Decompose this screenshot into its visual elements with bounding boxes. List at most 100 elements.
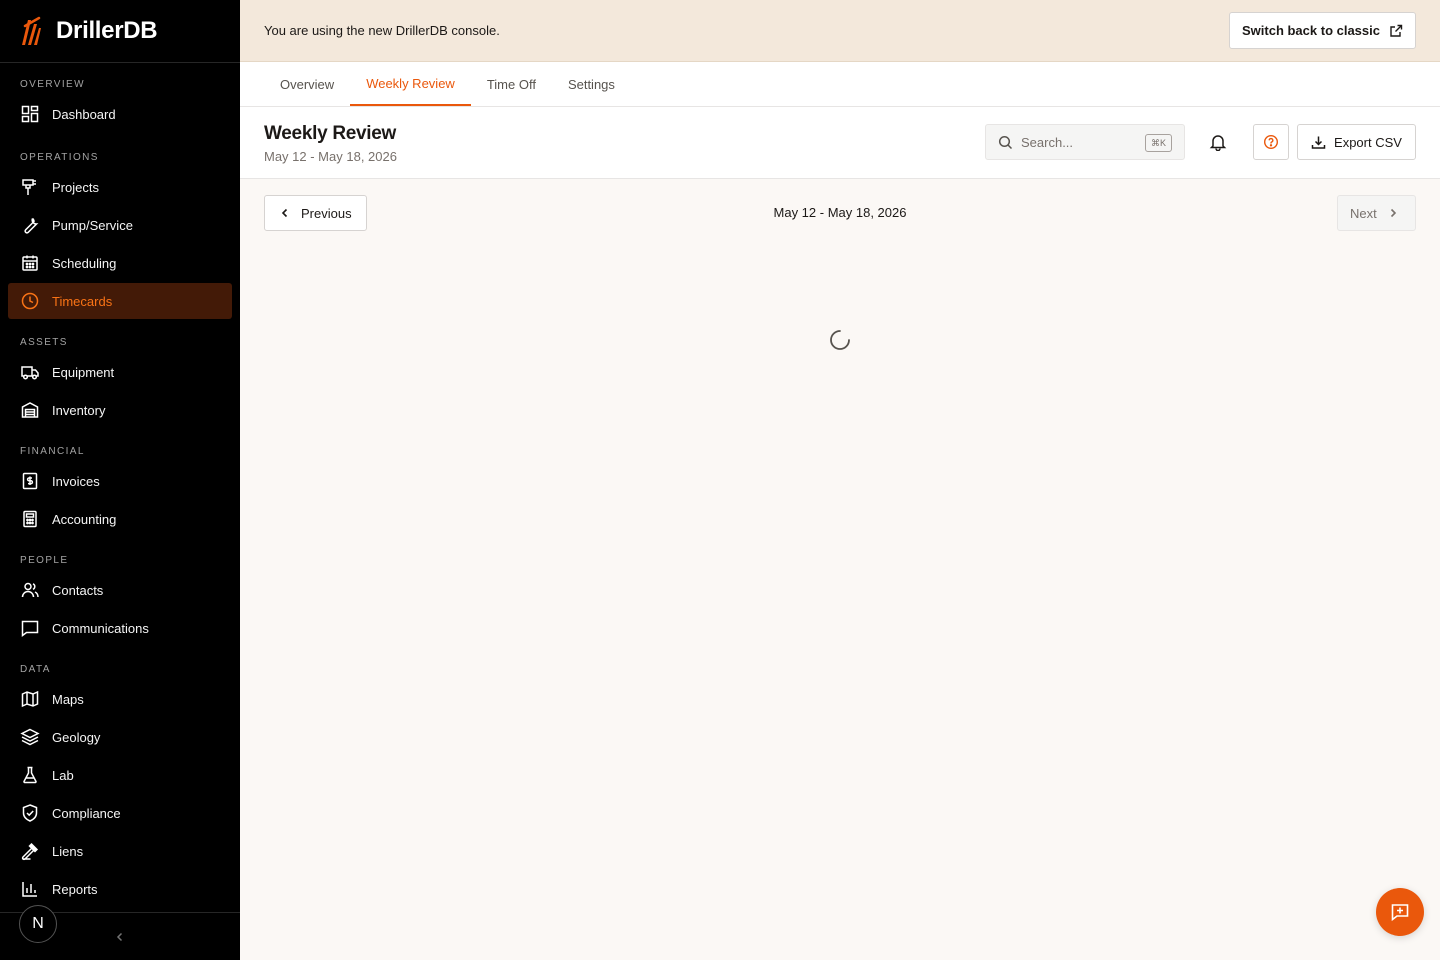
sidebar-item-label: Maps bbox=[52, 691, 84, 707]
sidebar-item-communications[interactable]: Communications bbox=[8, 610, 232, 646]
notifications-button[interactable] bbox=[1200, 124, 1236, 160]
calendar-icon bbox=[22, 255, 38, 271]
layers-icon bbox=[20, 728, 40, 746]
search-shortcut: ⌘K bbox=[1144, 134, 1172, 152]
bar-chart-icon bbox=[22, 882, 37, 897]
sidebar-item-timecards[interactable]: Timecards bbox=[8, 283, 232, 319]
section-label-operations: OPERATIONS bbox=[20, 152, 99, 163]
tab-weekly-review[interactable]: Weekly Review bbox=[350, 62, 471, 106]
sidebar-item-contacts[interactable]: Contacts bbox=[8, 572, 232, 608]
map-icon bbox=[21, 690, 39, 708]
sidebar-item-scheduling[interactable]: Scheduling bbox=[8, 245, 232, 281]
banner-message: You are using the new DrillerDB console. bbox=[264, 23, 500, 38]
switch-to-classic-label: Switch back to classic bbox=[1241, 23, 1380, 38]
sidebar-item-liens[interactable]: Liens bbox=[8, 833, 232, 869]
section-label-people: PEOPLE bbox=[20, 555, 69, 566]
sidebar-item-compliance[interactable]: Compliance bbox=[8, 795, 232, 831]
previous-week-button[interactable]: Previous bbox=[264, 195, 367, 231]
section-label-assets: ASSETS bbox=[20, 337, 68, 348]
sidebar-item-dashboard[interactable]: Dashboard bbox=[8, 96, 232, 132]
tab-overview[interactable]: Overview bbox=[264, 62, 350, 106]
collapse-sidebar-button[interactable] bbox=[110, 927, 130, 947]
sidebar: DrillerDB OVERVIEW Dashboard OPERATIONS … bbox=[0, 0, 240, 960]
sidebar-item-invoices[interactable]: Invoices bbox=[8, 463, 232, 499]
section-label-overview: OVERVIEW bbox=[20, 79, 85, 90]
section-label-data: DATA bbox=[20, 664, 51, 675]
sidebar-nav: OVERVIEW Dashboard OPERATIONS Projects P… bbox=[0, 64, 240, 912]
page-header: Weekly Review May 12 - May 18, 2026 ⌘K E… bbox=[240, 107, 1440, 179]
main-area: You are using the new DrillerDB console.… bbox=[240, 0, 1440, 960]
sidebar-item-equipment[interactable]: Equipment bbox=[8, 354, 232, 390]
help-button[interactable] bbox=[1253, 124, 1289, 160]
drill-icon bbox=[22, 179, 36, 195]
brand-logo-icon bbox=[22, 16, 41, 45]
tab-bar: Overview Weekly Review Time Off Settings bbox=[240, 62, 1440, 107]
chevron-left-icon bbox=[116, 932, 123, 942]
sidebar-item-label: Compliance bbox=[52, 805, 121, 821]
users-icon bbox=[21, 582, 39, 598]
page-subtitle: May 12 - May 18, 2026 bbox=[264, 149, 397, 164]
download-icon bbox=[1311, 136, 1326, 149]
sidebar-item-inventory[interactable]: Inventory bbox=[8, 392, 232, 428]
console-banner: You are using the new DrillerDB console.… bbox=[240, 0, 1440, 62]
calculator-icon bbox=[23, 510, 37, 528]
brand[interactable]: DrillerDB bbox=[0, 0, 240, 63]
avatar[interactable]: N bbox=[19, 905, 57, 943]
sidebar-item-projects[interactable]: Projects bbox=[8, 169, 232, 205]
sidebar-item-label: Inventory bbox=[52, 402, 106, 418]
export-csv-button[interactable]: Export CSV bbox=[1297, 124, 1416, 160]
section-label-financial: FINANCIAL bbox=[20, 446, 85, 457]
sidebar-item-maps[interactable]: Maps bbox=[8, 681, 232, 717]
week-range-label: May 12 - May 18, 2026 bbox=[773, 205, 907, 220]
chat-support-button[interactable] bbox=[1376, 888, 1424, 936]
sidebar-item-pump-service[interactable]: Pump/Service bbox=[8, 207, 232, 243]
export-csv-label: Export CSV bbox=[1334, 134, 1402, 150]
search-box[interactable]: ⌘K bbox=[985, 124, 1185, 160]
warehouse-icon bbox=[21, 402, 39, 418]
help-icon bbox=[1263, 134, 1279, 150]
sidebar-item-label: Timecards bbox=[52, 293, 113, 309]
truck-icon bbox=[21, 366, 39, 380]
sidebar-item-label: Accounting bbox=[52, 511, 117, 527]
sidebar-item-label: Contacts bbox=[52, 582, 104, 598]
message-icon bbox=[21, 620, 39, 637]
next-week-label: Next bbox=[1350, 205, 1377, 221]
tab-time-off[interactable]: Time Off bbox=[471, 62, 552, 106]
sidebar-item-label: Reports bbox=[52, 881, 98, 897]
shield-icon bbox=[22, 804, 38, 822]
search-icon bbox=[998, 135, 1013, 149]
sidebar-item-reports[interactable]: Reports bbox=[8, 871, 232, 907]
sidebar-item-label: Liens bbox=[52, 843, 84, 859]
sidebar-item-label: Invoices bbox=[52, 473, 100, 489]
brand-name: DrillerDB bbox=[56, 17, 158, 44]
wrench-icon bbox=[24, 217, 39, 234]
next-week-button[interactable]: Next bbox=[1337, 195, 1416, 231]
sidebar-item-label: Dashboard bbox=[52, 106, 116, 122]
gavel-icon bbox=[21, 842, 39, 861]
flask-icon bbox=[23, 766, 37, 784]
switch-to-classic-button[interactable]: Switch back to classic bbox=[1228, 12, 1416, 49]
invoice-icon bbox=[22, 472, 38, 490]
weekly-review-content: Previous May 12 - May 18, 2026 Next bbox=[240, 179, 1440, 960]
sidebar-item-label: Communications bbox=[52, 620, 149, 636]
sidebar-item-geology[interactable]: Geology bbox=[8, 719, 232, 755]
tab-settings[interactable]: Settings bbox=[552, 62, 631, 106]
bell-icon bbox=[1209, 135, 1227, 151]
sidebar-item-label: Scheduling bbox=[52, 255, 117, 271]
loading-spinner-icon bbox=[830, 330, 850, 350]
page-title: Weekly Review bbox=[264, 123, 396, 144]
sidebar-item-lab[interactable]: Lab bbox=[8, 757, 232, 793]
chat-plus-icon bbox=[1391, 904, 1409, 922]
sidebar-footer: N bbox=[0, 905, 240, 960]
sidebar-item-accounting[interactable]: Accounting bbox=[8, 501, 232, 537]
chevron-left-icon bbox=[281, 208, 288, 218]
external-link-icon bbox=[1390, 24, 1403, 37]
sidebar-item-label: Equipment bbox=[52, 364, 115, 380]
sidebar-item-label: Geology bbox=[52, 729, 101, 745]
previous-week-label: Previous bbox=[301, 205, 352, 221]
dashboard-icon bbox=[21, 105, 39, 123]
sidebar-item-label: Lab bbox=[52, 767, 74, 783]
search-input[interactable] bbox=[1021, 134, 1131, 150]
clock-icon bbox=[21, 292, 39, 310]
sidebar-item-label: Projects bbox=[52, 179, 99, 195]
